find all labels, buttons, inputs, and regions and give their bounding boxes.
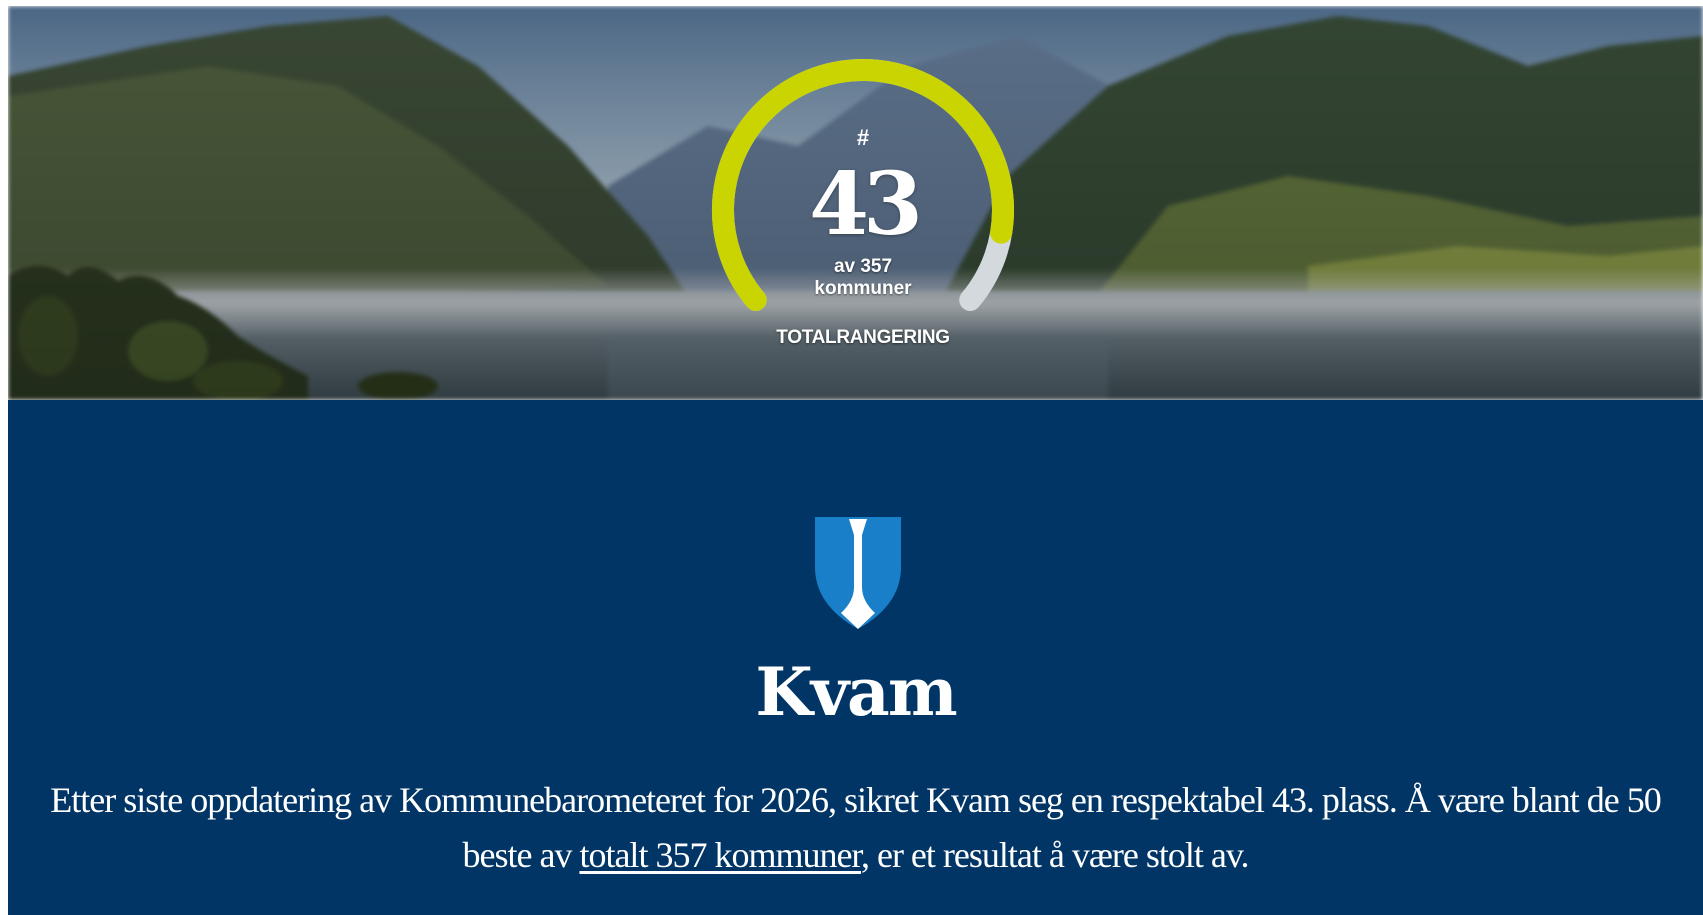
ranking-gauge: # 43 av 357 kommuner TOTALRANGERING (698, 50, 1028, 350)
page-frame: # 43 av 357 kommuner TOTALRANGERING Kvam… (8, 6, 1703, 915)
rank-unit-text: kommuner (814, 278, 912, 299)
rank-hash-symbol: # (856, 125, 870, 150)
summary-text-after: , er et resultat å være stolt av. (860, 835, 1250, 875)
hero-banner: # 43 av 357 kommuner TOTALRANGERING (8, 6, 1703, 400)
rank-total: av 357 kommuner (698, 256, 1028, 300)
rank-of-text: av 357 (833, 256, 893, 277)
municipality-section: Kvam Etter siste oppdatering av Kommuneb… (8, 400, 1703, 915)
rank-number: 43 (809, 154, 923, 255)
municipality-name: Kvam (755, 653, 957, 731)
coat-of-arms-icon (815, 517, 901, 629)
rank-caption: TOTALRANGERING (776, 327, 950, 348)
summary-paragraph: Etter siste oppdatering av Kommunebarome… (28, 773, 1683, 883)
all-municipalities-link[interactable]: totalt 357 kommuner (579, 835, 862, 875)
